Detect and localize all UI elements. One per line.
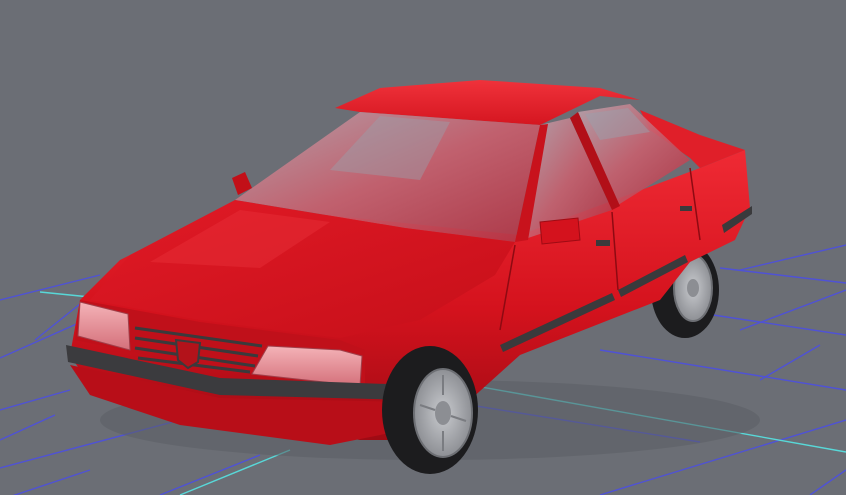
3d-viewport[interactable] [0,0,846,495]
front-wheel[interactable] [382,346,478,474]
side-mirror[interactable] [539,217,581,245]
rear-door-handle[interactable] [680,206,692,211]
viewport-canvas[interactable] [0,0,846,495]
front-door-handle[interactable] [596,240,610,246]
